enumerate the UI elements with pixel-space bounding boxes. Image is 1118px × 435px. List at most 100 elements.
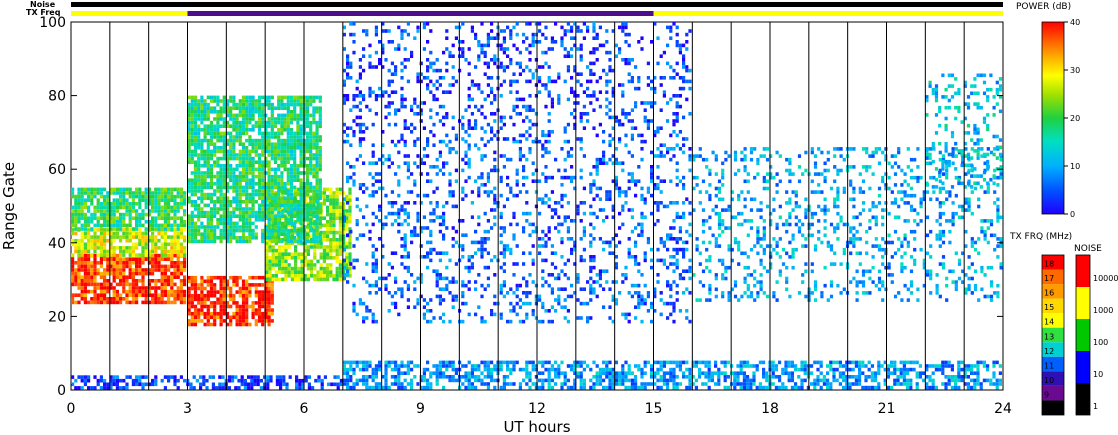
- heatmap-cell: [531, 172, 535, 176]
- heatmap-cell: [296, 128, 300, 132]
- heatmap-cell: [190, 203, 194, 208]
- heatmap-cell: [277, 153, 281, 157]
- heatmap-cell: [261, 117, 265, 121]
- heatmap-cell: [209, 164, 214, 168]
- heatmap-cell: [222, 106, 226, 110]
- heatmap-cell: [688, 211, 692, 216]
- heatmap-cell: [316, 274, 320, 278]
- heatmap-cell: [438, 316, 442, 320]
- heatmap-cell: [80, 198, 84, 202]
- heatmap-cell: [77, 216, 81, 220]
- heatmap-cell: [371, 312, 375, 317]
- heatmap-cell: [445, 287, 449, 291]
- heatmap-cell: [200, 214, 204, 218]
- heatmap-cell: [413, 305, 417, 309]
- heatmap-cell: [355, 104, 359, 109]
- heatmap-cell: [352, 165, 356, 169]
- heatmap-cell: [96, 223, 100, 228]
- heatmap-cell: [531, 222, 535, 227]
- heatmap-cell: [346, 280, 350, 284]
- heatmap-cell: [238, 207, 242, 211]
- heatmap-cell: [627, 255, 631, 259]
- heatmap-cell: [209, 106, 214, 110]
- heatmap-cell: [318, 99, 322, 103]
- heatmap-cell: [435, 273, 439, 277]
- heatmap-cell: [299, 124, 303, 128]
- heatmap-cell: [315, 207, 319, 211]
- heatmap-cell: [270, 293, 274, 298]
- heatmap-cell: [349, 175, 353, 180]
- heatmap-cell: [602, 139, 606, 144]
- heatmap-cell: [245, 167, 249, 172]
- heatmap-cell: [486, 139, 490, 144]
- heatmap-cell: [170, 238, 174, 243]
- heatmap-cell: [672, 154, 676, 158]
- heatmap-cell: [322, 266, 326, 271]
- heatmap-cell: [293, 95, 297, 100]
- heatmap-cell: [666, 301, 670, 306]
- heatmap-cell: [586, 301, 590, 306]
- heatmap-cell: [261, 214, 265, 218]
- heatmap-cell: [614, 161, 618, 165]
- heatmap-cell: [138, 235, 142, 239]
- heatmap-cell: [206, 319, 210, 323]
- heatmap-cell: [103, 220, 107, 224]
- heatmap-cell: [592, 291, 596, 295]
- heatmap-cell: [283, 106, 287, 110]
- heatmap-cell: [509, 251, 513, 255]
- heatmap-cell: [232, 236, 236, 240]
- heatmap-cell: [245, 214, 249, 218]
- heatmap-cell: [251, 192, 255, 197]
- heatmap-cell: [219, 178, 223, 182]
- heatmap-cell: [200, 196, 204, 200]
- heatmap-cell: [160, 187, 164, 192]
- heatmap-cell: [538, 211, 542, 216]
- heatmap-cell: [659, 298, 663, 302]
- heatmap-cell: [480, 316, 484, 320]
- heatmap-cell: [534, 298, 538, 302]
- heatmap-cell: [270, 239, 274, 244]
- heatmap-cell: [470, 29, 474, 33]
- heatmap-cell: [176, 216, 180, 220]
- heatmap-cell: [248, 232, 252, 236]
- heatmap-cell: [96, 187, 100, 192]
- heatmap-cell: [502, 280, 506, 284]
- heatmap-cell: [209, 95, 214, 100]
- heatmap-cell: [582, 301, 586, 306]
- heatmap-cell: [483, 130, 487, 134]
- heatmap-cell: [470, 190, 474, 194]
- heatmap-cell: [672, 269, 676, 273]
- heatmap-cell: [313, 248, 317, 253]
- heatmap-cell: [451, 244, 455, 248]
- heatmap-cell: [315, 185, 319, 190]
- txfreq-segment: [187, 11, 654, 16]
- heatmap-cell: [358, 90, 362, 94]
- heatmap-cell: [666, 237, 670, 241]
- heatmap-cell: [160, 246, 164, 250]
- heatmap-cell: [305, 135, 310, 139]
- heatmap-cell: [209, 124, 214, 128]
- heatmap-cell: [290, 274, 294, 278]
- heatmap-cell: [238, 135, 242, 139]
- heatmap-cell: [163, 231, 167, 236]
- heatmap-cell: [267, 95, 271, 100]
- heatmap-cell: [209, 135, 214, 139]
- heatmap-cell: [245, 95, 249, 100]
- heatmap-cell: [332, 227, 336, 231]
- heatmap-cell: [406, 298, 410, 302]
- heatmap-cell: [296, 203, 300, 208]
- heatmap-cell: [483, 237, 487, 241]
- heatmap-cell: [99, 227, 103, 231]
- heatmap-cell: [268, 270, 272, 274]
- heatmap-cell: [348, 216, 352, 220]
- heatmap-cell: [410, 172, 414, 176]
- heatmap-cell: [312, 239, 316, 244]
- heatmap-cell: [592, 258, 596, 263]
- heatmap-cell: [254, 160, 258, 164]
- heatmap-cell: [268, 256, 272, 260]
- heatmap-cell: [315, 138, 319, 143]
- heatmap-cell: [454, 137, 458, 141]
- heatmap-cell: [280, 232, 284, 236]
- heatmap-cell: [112, 202, 116, 206]
- heatmap-cell: [329, 274, 333, 278]
